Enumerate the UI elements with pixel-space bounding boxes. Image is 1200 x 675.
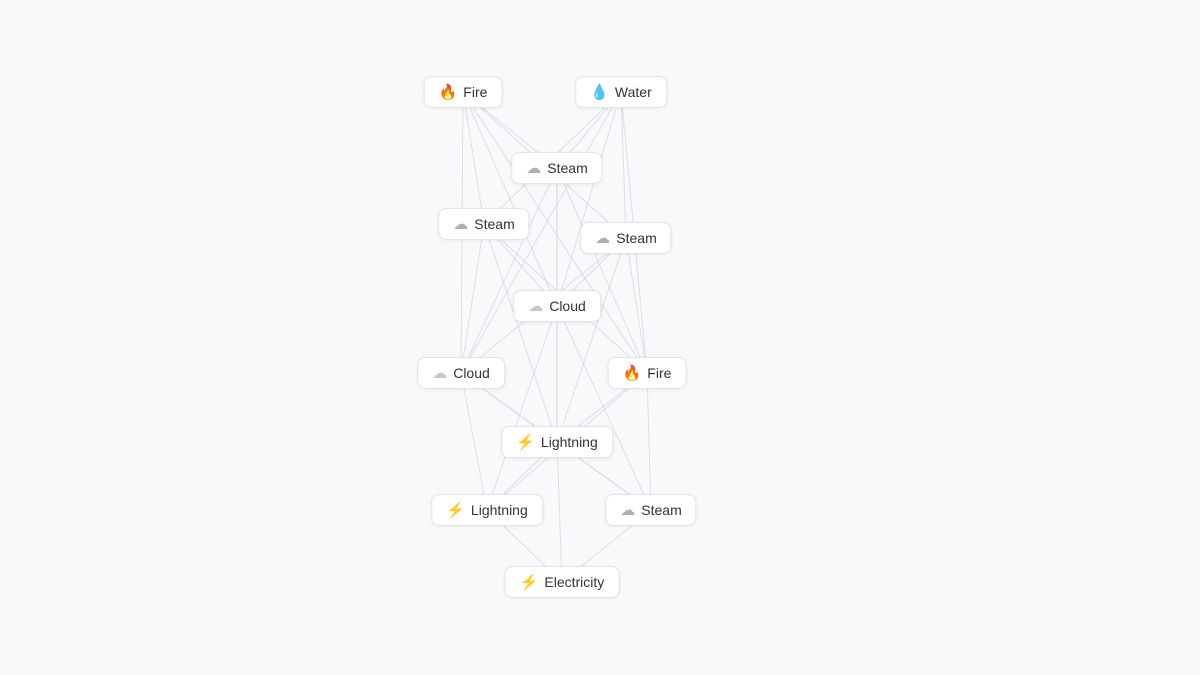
node-water1[interactable]: 💧 Water — [575, 76, 667, 108]
node-icon-lightning2: ⚡ — [446, 503, 465, 518]
node-label-cloud2: Cloud — [453, 365, 490, 381]
node-icon-water1: 💧 — [590, 85, 609, 100]
node-icon-cloud1: ☁ — [528, 299, 543, 314]
node-label-fire1: Fire — [463, 84, 487, 100]
node-icon-fire2: 🔥 — [623, 366, 642, 381]
node-label-lightning2: Lightning — [471, 502, 528, 518]
node-steam1[interactable]: ☁ Steam — [511, 152, 602, 184]
node-electricity1[interactable]: ⚡ Electricity — [505, 566, 620, 598]
node-steam2[interactable]: ☁ Steam — [438, 208, 529, 240]
node-label-steam1: Steam — [547, 160, 587, 176]
node-label-steam2: Steam — [474, 216, 514, 232]
node-steam3[interactable]: ☁ Steam — [580, 222, 671, 254]
node-label-water1: Water — [615, 84, 652, 100]
node-label-fire2: Fire — [647, 365, 671, 381]
node-fire1[interactable]: 🔥 Fire — [424, 76, 503, 108]
graph-container: 🔥 Fire 💧 Water ☁ Steam ☁ Steam ☁ Steam ☁ Cloud ☁ Clou… — [0, 0, 1200, 675]
node-steam4[interactable]: ☁ Steam — [605, 494, 696, 526]
node-icon-steam1: ☁ — [526, 161, 541, 176]
node-cloud2[interactable]: ☁ Cloud — [417, 357, 505, 389]
node-icon-cloud2: ☁ — [432, 366, 447, 381]
node-icon-electricity1: ⚡ — [520, 575, 539, 590]
node-label-steam4: Steam — [641, 502, 681, 518]
node-icon-lightning1: ⚡ — [516, 435, 535, 450]
node-lightning2[interactable]: ⚡ Lightning — [431, 494, 543, 526]
node-icon-steam4: ☁ — [620, 503, 635, 518]
node-cloud1[interactable]: ☁ Cloud — [513, 290, 601, 322]
node-lightning1[interactable]: ⚡ Lightning — [501, 426, 613, 458]
node-fire2[interactable]: 🔥 Fire — [608, 357, 687, 389]
node-icon-fire1: 🔥 — [439, 85, 458, 100]
node-label-lightning1: Lightning — [541, 434, 598, 450]
node-label-cloud1: Cloud — [549, 298, 586, 314]
node-label-steam3: Steam — [616, 230, 656, 246]
node-label-electricity1: Electricity — [544, 574, 604, 590]
node-icon-steam3: ☁ — [595, 231, 610, 246]
node-icon-steam2: ☁ — [453, 217, 468, 232]
